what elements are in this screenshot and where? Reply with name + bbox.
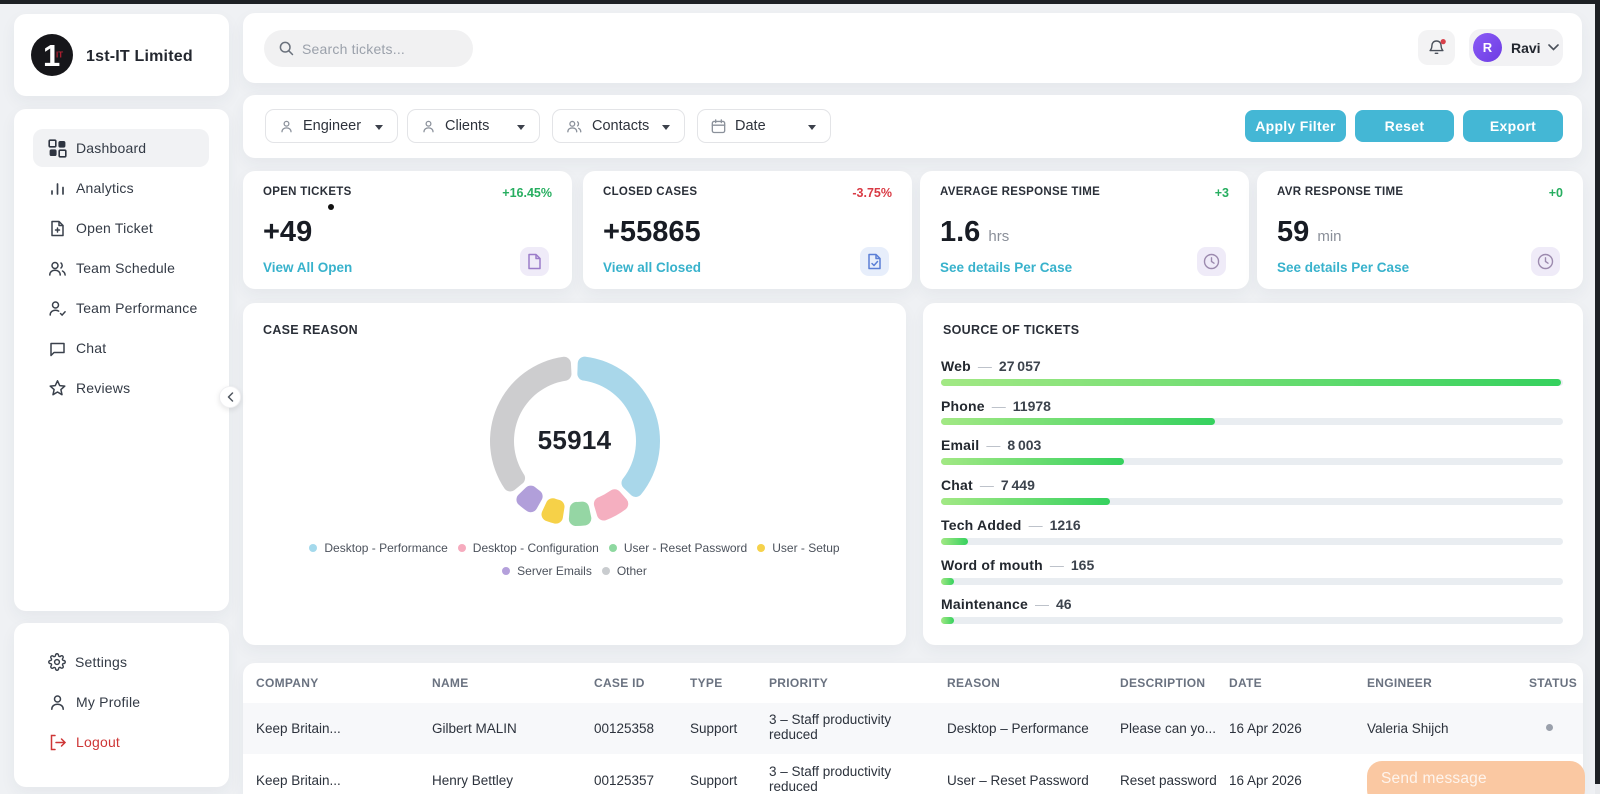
svg-text:IT: IT: [56, 51, 63, 60]
